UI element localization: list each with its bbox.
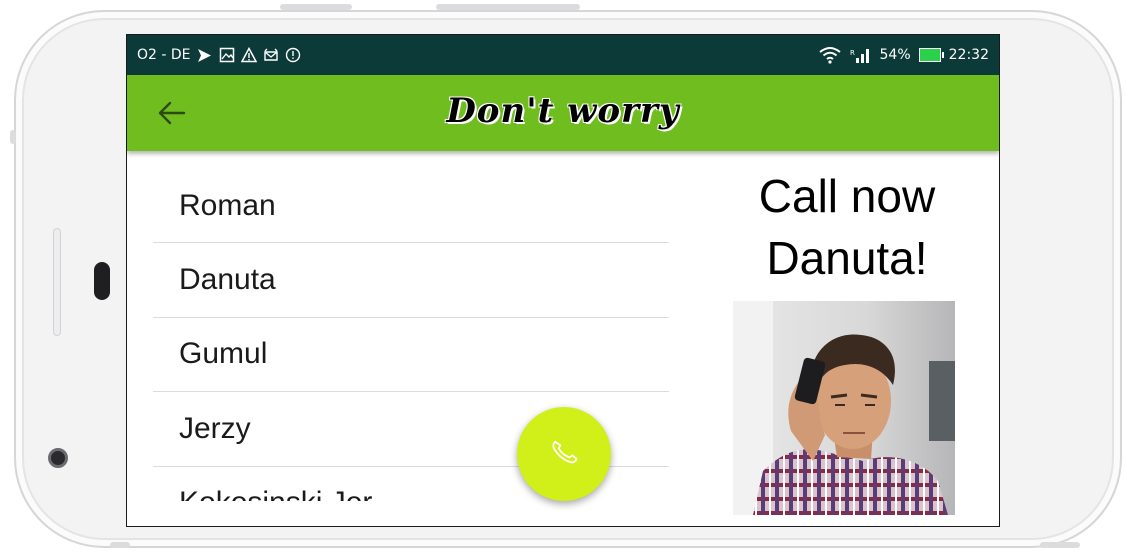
carrier-label: O2 - DE <box>137 47 191 63</box>
status-bar-right: R 54% 22:32 <box>818 47 989 64</box>
contact-list-item[interactable]: Gumul <box>153 318 669 392</box>
volume-button <box>280 4 352 10</box>
contact-photo <box>733 301 955 515</box>
battery-icon <box>918 48 944 62</box>
app-bar: Don't worry <box>127 75 999 151</box>
image-icon <box>219 47 235 63</box>
call-fab-button[interactable] <box>517 407 611 501</box>
svg-text:R: R <box>850 49 855 57</box>
side-button-left <box>10 130 16 144</box>
signal-icon: R <box>850 47 872 63</box>
clock: 22:32 <box>948 47 989 63</box>
app-title: Don't worry <box>446 91 680 131</box>
volume-button-long <box>436 4 580 10</box>
call-prompt-line2: Danuta! <box>766 232 928 284</box>
status-bar: O2 - DE R 54% 22:32 <box>127 35 999 75</box>
call-prompt-line1: Call now <box>758 170 936 222</box>
contact-list-item[interactable]: Roman <box>153 151 669 243</box>
side-button-small <box>110 542 130 548</box>
status-bar-left: O2 - DE <box>137 47 301 63</box>
alarm-icon <box>263 47 279 63</box>
wifi-icon <box>818 47 842 64</box>
navigation-icon <box>197 47 213 63</box>
call-prompt: Call now Danuta! <box>717 165 977 289</box>
device-screen: O2 - DE R 54% 22:32 Don't worry Roman Da… <box>126 34 1000 527</box>
proximity-sensor <box>94 262 110 300</box>
contact-list-item[interactable]: Danuta <box>153 243 669 318</box>
battery-percent: 54% <box>879 47 911 63</box>
side-button <box>1040 542 1080 548</box>
warning-icon <box>240 47 257 63</box>
front-camera <box>48 448 68 468</box>
shield-icon <box>285 47 301 63</box>
main-content: Roman Danuta Gumul Jerzy Kokosinski Jer … <box>127 151 999 526</box>
speaker-grille <box>53 228 61 336</box>
phone-icon <box>549 437 579 471</box>
